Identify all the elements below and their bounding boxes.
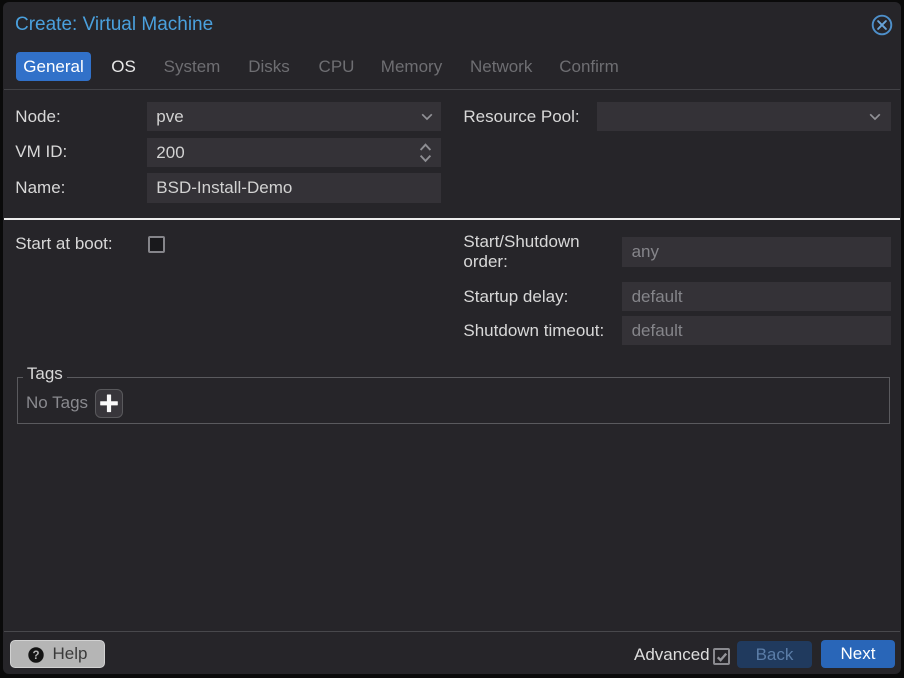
svg-text:?: ? bbox=[32, 650, 39, 662]
